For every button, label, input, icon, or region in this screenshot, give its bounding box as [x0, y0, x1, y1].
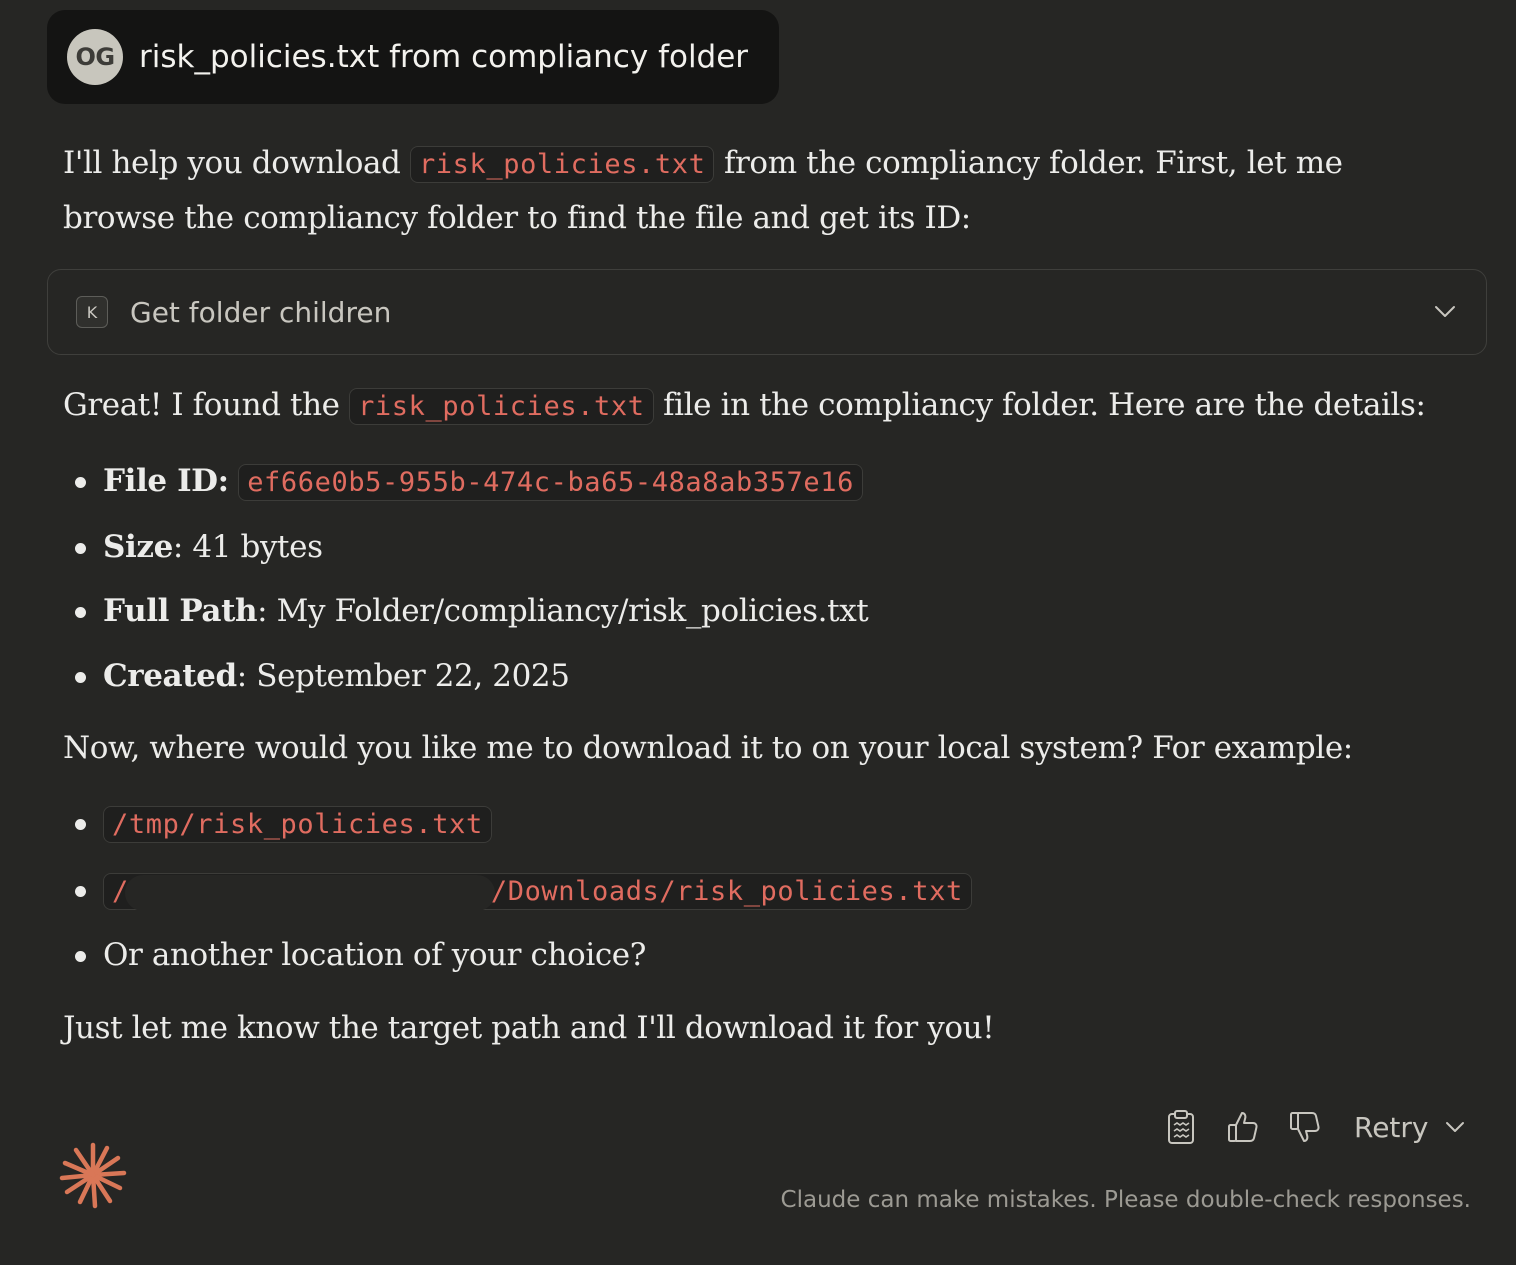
option-tmp-code: /tmp/risk_policies.txt	[103, 806, 492, 843]
retry-label: Retry	[1354, 1110, 1429, 1144]
option-other-location: Or another location of your choice?	[103, 937, 646, 973]
retry-button[interactable]: Retry	[1354, 1111, 1466, 1144]
detail-size: Size: 41 bytes	[103, 520, 323, 575]
intro-paragraph: I'll help you download risk_policies.txt…	[63, 136, 1343, 192]
option-downloads-path: //Downloads/risk_policies.txt	[103, 863, 972, 919]
clipboard-icon[interactable]	[1160, 1104, 1202, 1150]
chevron-down-icon[interactable]	[1432, 298, 1458, 324]
option-downloads-code: //Downloads/risk_policies.txt	[103, 873, 972, 911]
detail-file-id: File ID: ef66e0b5-955b-474c-ba65-48a8ab3…	[103, 454, 863, 510]
user-avatar[interactable]: OG	[67, 29, 123, 85]
question-paragraph: Now, where would you like me to download…	[63, 730, 1353, 766]
path-value: : My Folder/compliancy/risk_policies.txt	[257, 593, 869, 629]
thumbs-up-icon[interactable]	[1222, 1104, 1264, 1150]
intro-text-pre: I'll help you download	[63, 145, 410, 181]
file-id-label: File ID:	[103, 463, 229, 499]
size-label: Size	[103, 529, 173, 565]
tool-call-get-folder-children[interactable]: K Get folder children	[47, 269, 1487, 355]
list-bullet	[75, 477, 86, 488]
option-tmp-path: /tmp/risk_policies.txt	[103, 796, 492, 852]
intro-inline-code: risk_policies.txt	[409, 146, 715, 183]
redacted-block	[124, 874, 495, 911]
intro-text-post: from the compliancy folder. First, let m…	[714, 145, 1343, 181]
user-message-text: risk_policies.txt from compliancy folder	[139, 39, 749, 75]
closing-paragraph: Just let me know the target path and I'l…	[63, 1010, 995, 1046]
found-paragraph: Great! I found the risk_policies.txt fil…	[63, 378, 1426, 434]
list-bullet	[75, 819, 86, 830]
created-label: Created	[103, 658, 237, 694]
found-text-post: file in the compliancy folder. Here are …	[653, 387, 1426, 423]
claude-spark-icon	[59, 1142, 127, 1209]
detail-full-path: Full Path: My Folder/compliancy/risk_pol…	[103, 584, 869, 639]
thumbs-down-icon[interactable]	[1284, 1104, 1326, 1150]
list-bullet	[75, 543, 86, 554]
size-value: : 41 bytes	[172, 529, 323, 565]
detail-created: Created: September 22, 2025	[103, 649, 570, 704]
message-actions: Retry	[1160, 1104, 1466, 1150]
user-message-bubble: OG risk_policies.txt from compliancy fol…	[47, 10, 779, 104]
list-bullet	[75, 607, 86, 618]
list-bullet	[75, 951, 86, 962]
path-label: Full Path	[103, 593, 258, 629]
list-bullet	[75, 672, 86, 683]
tool-call-label: Get folder children	[130, 295, 392, 329]
intro-paragraph-line2: browse the compliancy folder to find the…	[63, 200, 971, 236]
tool-badge: K	[76, 296, 108, 328]
path-suffix: /Downloads/risk_policies.txt	[490, 876, 963, 907]
created-value: : September 22, 2025	[236, 658, 570, 694]
file-id-value: ef66e0b5-955b-474c-ba65-48a8ab357e16	[238, 464, 863, 501]
found-text-pre: Great! I found the	[63, 387, 350, 423]
chevron-down-icon[interactable]	[1444, 1116, 1466, 1138]
found-inline-code: risk_policies.txt	[349, 388, 654, 425]
list-bullet	[75, 886, 86, 897]
disclaimer-text: Claude can make mistakes. Please double-…	[780, 1187, 1471, 1213]
